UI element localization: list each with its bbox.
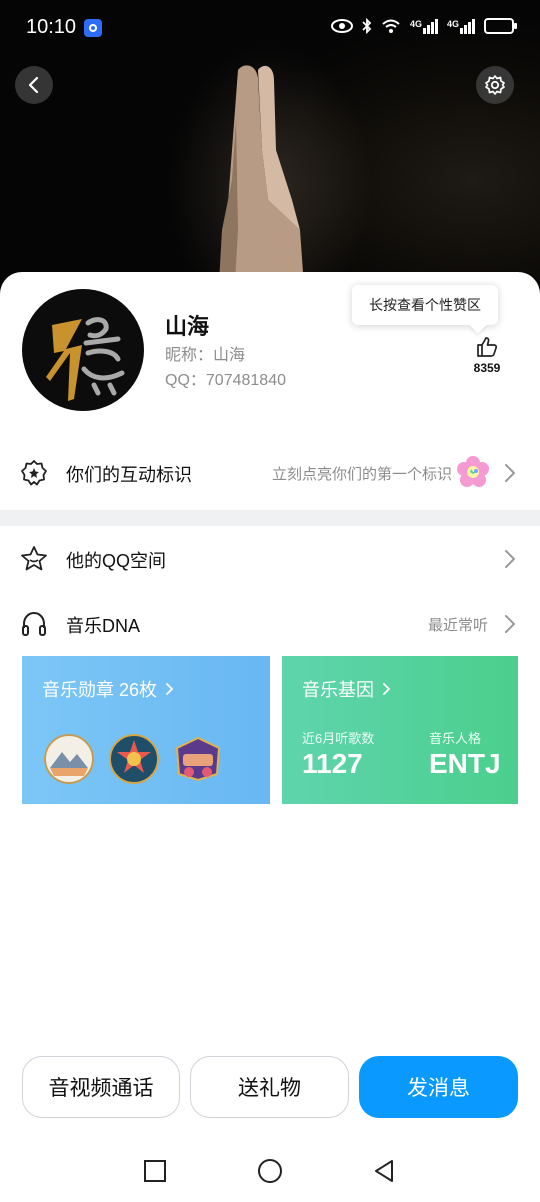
music-badge-jay	[175, 736, 221, 782]
section-divider	[0, 510, 540, 526]
chevron-right-icon	[505, 464, 515, 482]
music-badge-mountain	[44, 734, 94, 784]
eye-icon	[330, 19, 353, 33]
send-message-button[interactable]: 发消息	[359, 1056, 518, 1118]
flower-icon	[457, 456, 489, 487]
avatar-calligraphy-image	[46, 317, 125, 401]
video-call-button[interactable]: 音视频通话	[22, 1056, 180, 1118]
interaction-badge-row[interactable]: 你们的互动标识 立刻点亮你们的第一个标识	[0, 442, 540, 502]
signal-4g-2-icon: 4G	[447, 18, 475, 34]
chevron-right-icon	[505, 615, 515, 633]
music-gene-tile[interactable]: 音乐基因 近6月听歌数 1127 音乐人格 ENTJ	[282, 656, 518, 804]
status-icons: 4G 4G	[330, 17, 517, 35]
back-icon	[28, 76, 39, 94]
like-tooltip: 长按查看个性赞区	[352, 285, 498, 325]
circle-icon[interactable]	[257, 1158, 283, 1184]
songs-count-label: 近6月听歌数	[302, 731, 375, 746]
triangle-back-icon[interactable]	[372, 1159, 396, 1183]
music-badges-tile[interactable]: 音乐勋章 26枚	[22, 656, 270, 804]
badge-star-icon	[21, 460, 47, 486]
settings-button[interactable]	[476, 66, 514, 104]
chevron-right-icon	[166, 683, 174, 695]
signal-4g-1-icon: 4G	[410, 18, 438, 34]
nickname-line: 昵称：山海	[165, 341, 245, 365]
music-gene-title: 音乐基因	[302, 676, 391, 702]
interaction-badge-label: 你们的互动标识	[66, 465, 192, 485]
music-personality-value: ENTJ	[429, 748, 501, 779]
status-time: 10:10	[26, 16, 77, 38]
chevron-right-icon	[383, 683, 391, 695]
square-icon[interactable]	[143, 1159, 167, 1183]
music-dna-row[interactable]: 音乐DNA 最近常听	[0, 593, 540, 653]
songs-count-value: 1127	[302, 748, 363, 779]
app-notification-icon	[84, 19, 102, 37]
qzone-row[interactable]: 他的QQ空间	[0, 528, 540, 588]
qzone-label: 他的QQ空间	[66, 551, 167, 571]
profile-name: 山海	[165, 314, 210, 339]
avatar[interactable]	[22, 289, 144, 411]
star-face-icon	[21, 546, 47, 571]
nickname-value: 山海	[213, 347, 246, 364]
qq-label: QQ：	[165, 372, 206, 389]
headphones-icon	[22, 611, 46, 636]
status-bar: 10:10 4G 4G	[0, 0, 540, 56]
settings-icon	[485, 75, 505, 95]
like-button[interactable]	[470, 335, 504, 364]
thumbs-up-icon	[477, 337, 498, 357]
music-dna-label: 音乐DNA	[66, 616, 141, 636]
battery-charging-icon	[484, 18, 517, 34]
back-button[interactable]	[15, 66, 53, 104]
system-nav-bar	[0, 1142, 540, 1200]
nickname-label: 昵称：	[165, 347, 214, 364]
send-gift-button[interactable]: 送礼物	[190, 1056, 349, 1118]
chevron-right-icon	[505, 550, 515, 568]
like-count: 8359	[473, 361, 501, 375]
music-dna-hint: 最近常听	[427, 617, 488, 634]
qq-number-line[interactable]: QQ：707481840	[165, 366, 286, 390]
music-badge-emblem	[109, 734, 159, 784]
qq-number: 707481840	[205, 372, 286, 389]
cover-photo[interactable]: 10:10 4G 4G	[0, 0, 540, 300]
wifi-icon	[382, 19, 400, 33]
music-personality-label: 音乐人格	[429, 731, 482, 746]
music-badges-title: 音乐勋章 26枚	[42, 676, 174, 702]
bluetooth-icon	[362, 17, 372, 35]
interaction-badge-hint: 立刻点亮你们的第一个标识	[271, 466, 452, 483]
